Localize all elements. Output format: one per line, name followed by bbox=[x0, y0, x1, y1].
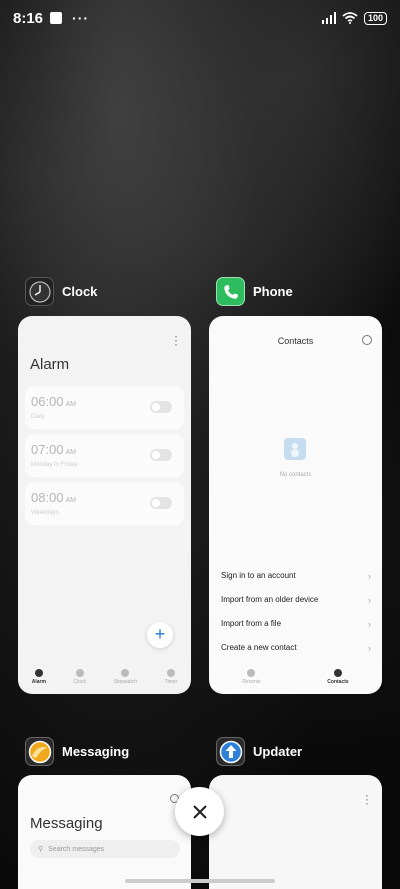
more-options-icon: · · · bbox=[174, 329, 178, 351]
messaging-app-name: Messaging bbox=[62, 744, 130, 759]
updater-icon bbox=[216, 737, 245, 766]
chevron-right-icon: › bbox=[368, 595, 371, 605]
clock-tab-icon bbox=[75, 669, 84, 677]
home-indicator[interactable] bbox=[125, 879, 275, 883]
alarm-time: 08:00 AM bbox=[31, 490, 77, 505]
alarm-time: 06:00 AM bbox=[31, 394, 77, 409]
phone-icon bbox=[216, 277, 245, 306]
recents-icon bbox=[247, 669, 256, 677]
clock-icon bbox=[25, 277, 54, 306]
contacts-icon bbox=[333, 669, 342, 677]
updater-app-card[interactable]: · · · bbox=[209, 775, 382, 889]
notification-icon bbox=[50, 12, 63, 24]
signal-icon bbox=[321, 12, 336, 24]
timer-icon bbox=[166, 669, 175, 677]
alarm-time: 07:00 AM bbox=[31, 442, 77, 457]
phone-app-card[interactable]: Contacts No contacts Sign in to an accou… bbox=[209, 316, 382, 694]
nav-timer: Timer bbox=[165, 669, 177, 685]
phone-bottom-nav: Recents Contacts bbox=[209, 660, 382, 694]
nav-alarm: Alarm bbox=[32, 669, 46, 685]
clock-app-card[interactable]: · · · Alarm 06:00 AM Daily 07:00 AM Monday t… bbox=[18, 316, 191, 694]
empty-contacts-icon bbox=[284, 438, 306, 460]
nav-clock: Clock bbox=[74, 669, 86, 685]
nav-recents: Recents bbox=[242, 669, 261, 685]
alarm-repeat: Monday to Friday bbox=[31, 462, 78, 468]
chevron-right-icon: › bbox=[368, 571, 371, 581]
alarm-item: 08:00 AM Weekdays bbox=[25, 482, 184, 525]
nav-stopwatch: Stopwatch bbox=[114, 669, 137, 685]
more-notifications-icon: ··· bbox=[72, 10, 90, 26]
stopwatch-icon bbox=[121, 669, 130, 677]
updater-app-header[interactable]: Updater bbox=[216, 737, 302, 766]
clock-bottom-nav: Alarm Clock Stopwatch Timer bbox=[18, 660, 191, 694]
create-contact-action: Create a new contact › bbox=[221, 643, 371, 653]
alarm-toggle bbox=[150, 401, 172, 413]
alarm-icon bbox=[34, 669, 43, 677]
chevron-right-icon: › bbox=[368, 619, 371, 629]
alarm-toggle bbox=[150, 497, 172, 509]
wifi-icon bbox=[342, 12, 358, 24]
status-time: 8:16 bbox=[13, 9, 44, 27]
updater-app-name: Updater bbox=[253, 744, 303, 759]
messaging-app-header[interactable]: Messaging bbox=[25, 737, 129, 766]
add-alarm-button: + bbox=[147, 622, 173, 648]
messaging-title: Messaging bbox=[30, 815, 103, 832]
close-icon bbox=[192, 804, 207, 819]
more-options-icon: · · · bbox=[365, 788, 369, 810]
alarm-toggle bbox=[150, 449, 172, 461]
sign-in-action: Sign in to an account › bbox=[221, 571, 371, 581]
settings-icon bbox=[362, 335, 372, 345]
phone-app-name: Phone bbox=[253, 284, 293, 299]
import-older-device-action: Import from an older device › bbox=[221, 595, 371, 605]
search-messages-field: ⚲ Search messages bbox=[30, 840, 180, 858]
contacts-title: Contacts bbox=[277, 336, 314, 346]
status-bar: 8:16 ··· 100 bbox=[0, 0, 400, 36]
clock-app-header[interactable]: Clock bbox=[25, 277, 97, 306]
alarm-item: 06:00 AM Daily bbox=[25, 386, 184, 429]
search-icon: ⚲ bbox=[38, 846, 44, 853]
clock-app-name: Clock bbox=[62, 284, 98, 299]
nav-contacts: Contacts bbox=[327, 669, 349, 685]
alarm-repeat: Weekdays bbox=[31, 510, 59, 516]
alarm-repeat: Daily bbox=[31, 414, 45, 420]
battery-icon: 100 bbox=[363, 11, 387, 25]
import-file-action: Import from a file › bbox=[221, 619, 371, 629]
messaging-icon bbox=[25, 737, 54, 766]
phone-app-header[interactable]: Phone bbox=[216, 277, 293, 306]
messaging-app-card[interactable]: Messaging ⚲ Search messages bbox=[18, 775, 191, 889]
alarm-title: Alarm bbox=[30, 356, 70, 373]
alarm-item: 07:00 AM Monday to Friday bbox=[25, 434, 184, 477]
chevron-right-icon: › bbox=[368, 643, 371, 653]
no-contacts-text: No contacts bbox=[279, 472, 312, 478]
clear-all-button[interactable] bbox=[175, 787, 224, 836]
